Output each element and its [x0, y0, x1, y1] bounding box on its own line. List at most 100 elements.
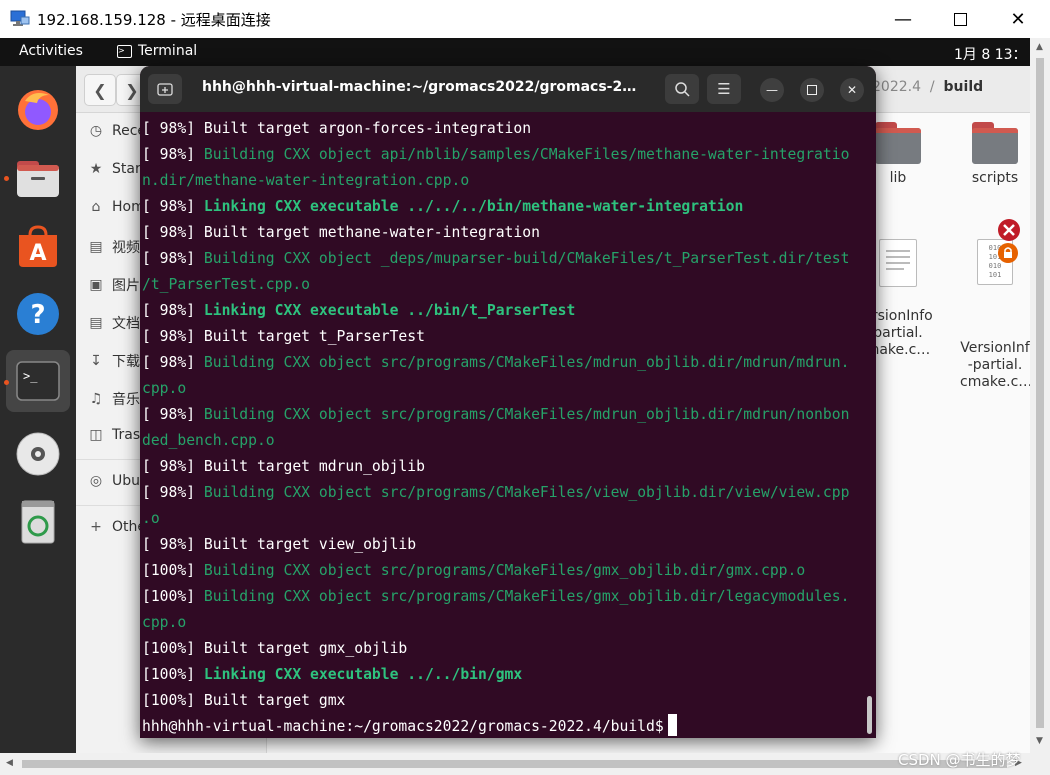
terminal-text: cpp.o: [142, 614, 187, 631]
sidebar-item-recent[interactable]: ◷ Rece: [88, 123, 146, 139]
star-icon: ★: [89, 161, 103, 177]
path-bar[interactable]: 2022.4 / build: [872, 79, 983, 95]
close-icon[interactable]: ✕: [995, 0, 1041, 38]
sidebar-item-home[interactable]: ⌂ Hom: [88, 199, 145, 215]
video-icon: ▤: [89, 239, 103, 255]
svg-text:>_: >_: [23, 369, 38, 383]
scroll-down-arrow-icon[interactable]: ▼: [1036, 736, 1043, 746]
terminal-headerbar: hhh@hhh-virtual-machine:~/gromacs2022/gr…: [140, 66, 876, 112]
back-button[interactable]: ❮: [84, 74, 116, 106]
activities-button[interactable]: Activities: [19, 43, 83, 59]
terminal-line: [100%] Linking CXX executable ../../bin/…: [142, 662, 864, 688]
firefox-icon[interactable]: [10, 82, 66, 138]
dock: A ? >_: [0, 66, 76, 753]
terminal-text: [ 98%] Built target t_ParserTest: [142, 328, 425, 345]
sidebar-item-label: 图片: [112, 278, 140, 294]
rdp-vertical-scroll-thumb[interactable]: [1036, 58, 1044, 728]
terminal-text: n.dir/methane-water-integration.cpp.o: [142, 172, 470, 189]
clock[interactable]: 1月 8 13：: [954, 44, 1027, 64]
terminal-text: [ 98%]: [142, 198, 204, 215]
sidebar-item-other-locations[interactable]: + Othe: [88, 519, 146, 535]
sidebar-item-downloads[interactable]: ↧ 下载: [88, 351, 140, 371]
svg-text:?: ?: [30, 300, 45, 330]
maximize-icon[interactable]: [800, 78, 824, 102]
terminal-line: [ 98%] Built target t_ParserTest: [142, 324, 864, 350]
remote-desktop-icon: [10, 10, 30, 26]
minimize-icon[interactable]: —: [760, 78, 784, 102]
terminal-line: [ 98%] Built target view_objlib: [142, 532, 864, 558]
terminal-output[interactable]: [ 98%] Built target argon-forces-integra…: [142, 116, 864, 738]
scroll-up-arrow-icon[interactable]: ▲: [1036, 42, 1043, 52]
terminal-text: Linking CXX executable ../../bin/gmx: [203, 666, 523, 683]
folder-scripts[interactable]: scripts: [960, 122, 1030, 186]
hamburger-menu-icon[interactable]: ☰: [707, 74, 741, 104]
unreadable-icon: [998, 219, 1020, 241]
plus-icon: +: [90, 519, 102, 535]
app-menu[interactable]: > Terminal: [117, 43, 197, 59]
maximize-icon[interactable]: [937, 0, 983, 38]
terminal-text: Building CXX object src/programs/CMakeFi…: [203, 406, 850, 423]
terminal-text: [ 98%] Built target methane-water-integr…: [142, 224, 540, 241]
terminal-line: .o: [142, 506, 864, 532]
shell-prompt: hhh@hhh-virtual-machine:~/gromacs2022/gr…: [142, 718, 664, 735]
close-icon[interactable]: ✕: [840, 78, 864, 102]
sidebar-item-ubuntu[interactable]: ◎ Ubu: [88, 473, 140, 489]
sidebar-item-pictures[interactable]: ▣ 图片: [88, 275, 140, 295]
search-icon[interactable]: [665, 74, 699, 104]
help-icon[interactable]: ?: [10, 286, 66, 342]
rdp-horizontal-scroll-thumb[interactable]: [22, 760, 1007, 768]
watermark: CSDN @书生的梦: [898, 751, 1021, 769]
terminal-text: Building CXX object api/nblib/samples/CM…: [203, 146, 850, 163]
sidebar-item-music[interactable]: ♫ 音乐: [88, 389, 140, 409]
app-menu-label: Terminal: [138, 43, 198, 59]
minimize-icon[interactable]: —: [880, 0, 926, 38]
new-tab-icon[interactable]: [148, 74, 182, 104]
sidebar-item-documents[interactable]: ▤ 文档: [88, 313, 140, 333]
terminal-icon[interactable]: >_: [6, 350, 70, 412]
files-icon[interactable]: [10, 150, 66, 206]
sidebar-item-videos[interactable]: ▤ 视频: [88, 237, 140, 257]
terminal-window[interactable]: hhh@hhh-virtual-machine:~/gromacs2022/gr…: [140, 66, 876, 738]
software-icon[interactable]: A: [10, 218, 66, 274]
lock-icon: [998, 243, 1018, 263]
gnome-top-bar: Activities > Terminal 1月 8 13：: [0, 38, 1030, 66]
terminal-line: cpp.o: [142, 610, 864, 636]
sidebar-item-label: 视频: [112, 240, 140, 256]
terminal-text: Building CXX object src/programs/CMakeFi…: [203, 562, 806, 579]
running-indicator: [4, 176, 9, 181]
text-cursor: [667, 714, 677, 736]
dvd-icon[interactable]: [10, 426, 66, 482]
terminal-text: /t_ParserTest.cpp.o: [142, 276, 311, 293]
rdp-window-title: 192.168.159.128 - 远程桌面连接: [37, 11, 271, 29]
terminal-line: [ 98%] Building CXX object src/programs/…: [142, 480, 864, 506]
terminal-title: hhh@hhh-virtual-machine:~/gromacs2022/gr…: [202, 79, 642, 95]
running-indicator: [4, 380, 9, 385]
terminal-line: [100%] Building CXX object src/programs/…: [142, 584, 864, 610]
scroll-left-arrow-icon[interactable]: ◀: [6, 758, 13, 768]
terminal-line: cpp.o: [142, 376, 864, 402]
file-versioninfo-partial-2[interactable]: 010 101 010 101 VersionInf -partial. cmake.…: [960, 219, 1030, 408]
terminal-line: [ 98%] Built target argon-forces-integra…: [142, 116, 864, 142]
terminal-line: n.dir/methane-water-integration.cpp.o: [142, 168, 864, 194]
sidebar-item-label: 音乐: [112, 392, 140, 408]
clock-icon: ◷: [89, 123, 103, 139]
terminal-line: [100%] Built target gmx: [142, 688, 864, 714]
disc-icon: ◎: [89, 473, 103, 489]
sidebar-item-label: Ubu: [112, 473, 141, 489]
download-icon: ↧: [90, 353, 102, 369]
music-icon: ♫: [89, 391, 103, 407]
terminal-text: .o: [142, 510, 160, 527]
terminal-line: [ 98%] Building CXX object src/programs/…: [142, 350, 864, 376]
trash-icon[interactable]: [10, 494, 66, 550]
path-segment[interactable]: 2022.4: [872, 79, 921, 95]
rdp-horizontal-scrollbar[interactable]: ◀ ▶: [0, 753, 1030, 775]
terminal-prompt-line[interactable]: hhh@hhh-virtual-machine:~/gromacs2022/gr…: [142, 714, 864, 738]
terminal-scrollbar[interactable]: [867, 696, 872, 734]
sidebar-item-starred[interactable]: ★ Star: [88, 161, 141, 177]
rdp-vertical-scrollbar[interactable]: ▲ ▼: [1030, 38, 1050, 753]
terminal-line: [ 98%] Building CXX object _deps/muparse…: [142, 246, 864, 272]
folder-icon: [972, 122, 1018, 164]
path-current[interactable]: build: [944, 79, 984, 95]
terminal-text: [100%]: [142, 588, 204, 605]
terminal-line: [100%] Building CXX object src/programs/…: [142, 558, 864, 584]
